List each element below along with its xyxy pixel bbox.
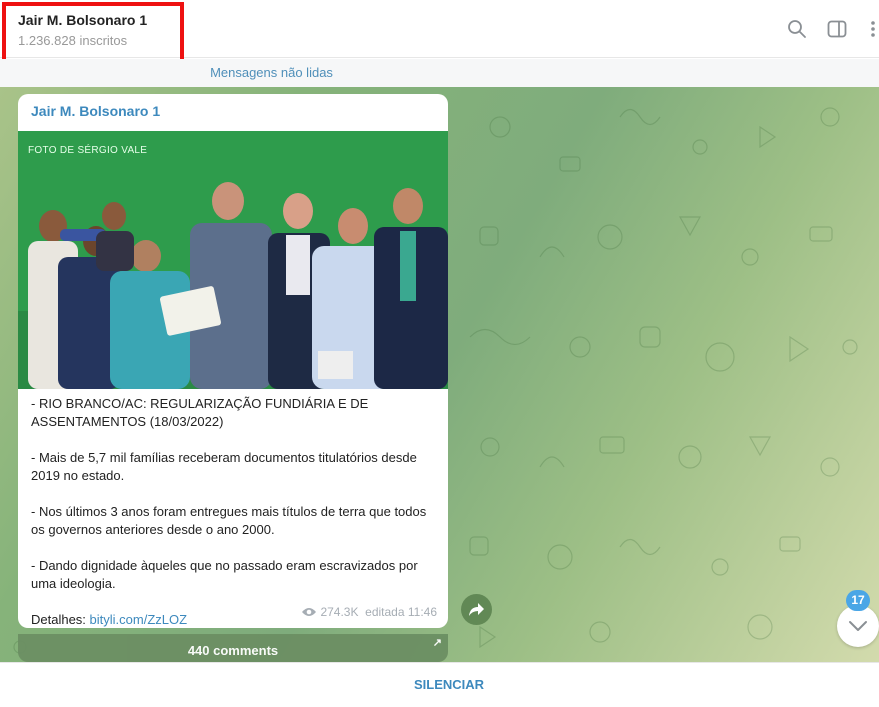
chat-background: Jair M. Bolsonaro 1 FOTO DE SÉRGIO VALE … [0, 87, 879, 662]
open-arrow-icon: ↗ [432, 637, 442, 649]
photo-illustration [18, 131, 448, 389]
unread-messages-bar: Mensagens não lidas [0, 59, 879, 87]
unread-messages-label: Mensagens não lidas [210, 65, 333, 80]
post-paragraph: - Dando dignidade àqueles que no passado… [31, 558, 418, 591]
chat-header: Jair M. Bolsonaro 1 1.236.828 inscritos [0, 0, 879, 64]
share-button[interactable] [461, 594, 492, 625]
post-paragraph: - RIO BRANCO/AC: REGULARIZAÇÃO FUNDIÁRIA… [31, 396, 369, 429]
post-text: - RIO BRANCO/AC: REGULARIZAÇÃO FUNDIÁRIA… [31, 395, 441, 628]
comments-label: 440 comments [187, 643, 279, 658]
channel-post[interactable]: Jair M. Bolsonaro 1 FOTO DE SÉRGIO VALE … [18, 94, 448, 628]
chevron-down-icon [849, 621, 867, 631]
details-link[interactable]: bityli.com/ZzLOZ [90, 612, 188, 627]
chat-footer: SILENCIAR [0, 662, 879, 702]
mute-button[interactable]: SILENCIAR [0, 663, 879, 707]
edited-time: editada 11:46 [365, 605, 437, 619]
eye-icon [302, 608, 317, 616]
unread-count-badge: 17 [846, 590, 870, 611]
post-photo[interactable]: FOTO DE SÉRGIO VALE [18, 131, 448, 389]
post-meta: 274.3K editada 11:46 [301, 605, 437, 619]
sidebar-toggle-icon[interactable] [826, 18, 848, 40]
share-icon [469, 603, 484, 616]
post-author[interactable]: Jair M. Bolsonaro 1 [31, 103, 160, 119]
highlight-box [2, 2, 184, 64]
comments-button[interactable]: 440 comments ↗ [18, 634, 448, 662]
photo-credit: FOTO DE SÉRGIO VALE [28, 145, 148, 156]
post-paragraph: - Nos últimos 3 anos foram entregues mai… [31, 504, 427, 537]
post-paragraph: - Mais de 5,7 mil famílias receberam doc… [31, 450, 417, 483]
details-label: Detalhes: [31, 612, 90, 627]
scroll-down-button[interactable] [837, 605, 879, 647]
more-vertical-icon[interactable] [862, 18, 878, 40]
search-icon[interactable] [786, 18, 808, 40]
view-count: 274.3K [320, 605, 359, 619]
